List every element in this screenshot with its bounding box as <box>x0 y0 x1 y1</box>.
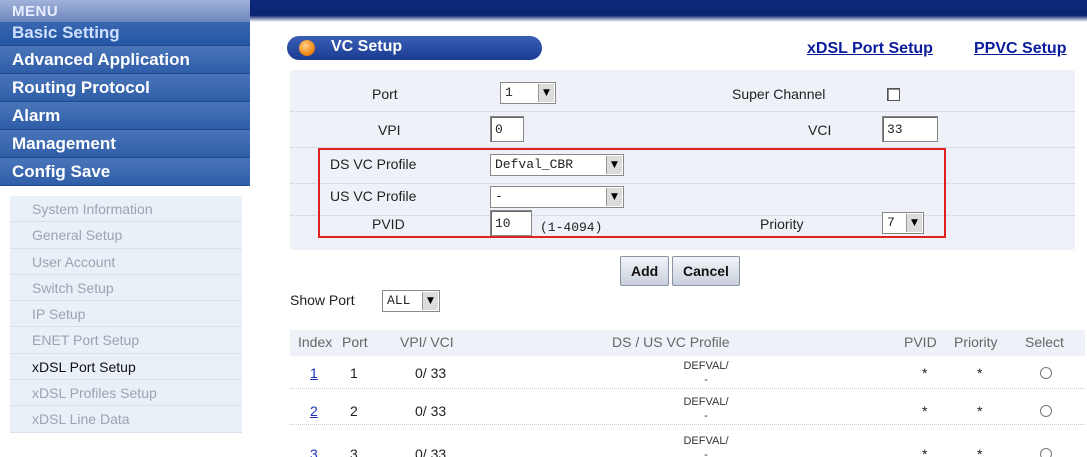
show-port-select[interactable]: ALL ▼ <box>382 290 440 312</box>
highlight-box <box>318 148 946 238</box>
row-ds-profile: DEFVAL/ <box>683 360 729 372</box>
col-priority: Priority <box>954 334 998 350</box>
row-port: 1 <box>350 365 358 381</box>
sidebar-item-basic-setting[interactable]: Basic Setting <box>0 22 250 46</box>
row-profile: DEFVAL/ - <box>656 359 756 387</box>
col-pvid: PVID <box>904 334 937 350</box>
row-us-profile: - <box>704 449 708 457</box>
row-pvid: * <box>922 446 928 457</box>
vc-table-header: Index Port VPI/ VCI DS / US VC Profile P… <box>290 330 1085 356</box>
row-select-radio[interactable] <box>1040 448 1052 457</box>
col-index: Index <box>298 334 333 350</box>
row-index-link[interactable]: 2 <box>310 403 318 419</box>
show-port-value: ALL <box>387 293 411 308</box>
table-row: 2 2 0/ 33 DEFVAL/ - * * <box>290 393 1085 425</box>
row-vpi-vci: 0/ 33 <box>415 446 447 457</box>
row-index-link[interactable]: 3 <box>310 446 318 457</box>
form-row-vpi: VPI 0 VCI 33 <box>290 112 1075 148</box>
sidebar-item-config-save[interactable]: Config Save <box>0 158 250 186</box>
orange-ball-icon <box>299 40 315 56</box>
show-label: Show <box>290 292 326 308</box>
vci-input[interactable]: 33 <box>882 116 938 142</box>
row-select-radio[interactable] <box>1040 367 1052 379</box>
sidebar-item-management[interactable]: Management <box>0 130 250 158</box>
vci-label: VCI <box>808 122 832 138</box>
row-vpi-vci: 0/ 33 <box>415 403 447 419</box>
row-ds-profile: DEFVAL/ <box>683 396 729 408</box>
row-ds-profile: DEFVAL/ <box>683 435 729 447</box>
vc-setup-tab: VC Setup <box>287 36 542 60</box>
sidebar-subitem-xdsl-profiles-setup[interactable]: xDSL Profiles Setup <box>10 380 242 407</box>
super-channel-label: Super Channel <box>732 86 826 102</box>
vpi-label: VPI <box>378 122 401 138</box>
sidebar-subitem-enet-port-setup[interactable]: ENET Port Setup <box>10 327 242 354</box>
add-button[interactable]: Add <box>620 256 670 286</box>
chevron-down-icon: ▼ <box>538 84 554 102</box>
table-row: 1 1 0/ 33 DEFVAL/ - * * <box>290 357 1085 389</box>
row-vpi-vci: 0/ 33 <box>415 365 447 381</box>
row-pvid: * <box>922 403 928 419</box>
page-title: VC Setup <box>331 38 403 55</box>
show-port-filter: Show Port <box>290 292 355 308</box>
sidebar-spacer <box>0 186 250 196</box>
row-profile: DEFVAL/ - <box>656 395 756 423</box>
sidebar-subitem-general-setup[interactable]: General Setup <box>10 222 242 249</box>
port-select-value: 1 <box>505 85 513 100</box>
sidebar-item-advanced-application[interactable]: Advanced Application <box>0 46 250 74</box>
row-port: 2 <box>350 403 358 419</box>
super-channel-checkbox[interactable] <box>887 88 900 101</box>
sidebar-item-routing-protocol[interactable]: Routing Protocol <box>0 74 250 102</box>
sidebar-subitem-user-account[interactable]: User Account <box>10 248 242 275</box>
sidebar-subitem-xdsl-line-data[interactable]: xDSL Line Data <box>10 406 242 433</box>
row-select-radio[interactable] <box>1040 405 1052 417</box>
row-index-link[interactable]: 1 <box>310 365 318 381</box>
sidebar: MENU Basic Setting Advanced Application … <box>0 0 250 457</box>
row-us-profile: - <box>704 410 708 422</box>
port-label: Port <box>372 86 398 102</box>
row-us-profile: - <box>704 374 708 386</box>
col-select: Select <box>1025 334 1064 350</box>
sidebar-subitem-ip-setup[interactable]: IP Setup <box>10 301 242 328</box>
row-port: 3 <box>350 446 358 457</box>
chevron-down-icon: ▼ <box>422 292 438 310</box>
show-port-label: Port <box>328 292 355 308</box>
sidebar-subitem-xdsl-port-setup[interactable]: xDSL Port Setup <box>10 353 242 381</box>
col-profile: DS / US VC Profile <box>612 334 730 350</box>
table-row: 3 3 0/ 33 DEFVAL/ - * * <box>290 430 1085 457</box>
col-vpi-vci: VPI/ VCI <box>400 334 454 350</box>
form-row-port: Port 1 ▼ Super Channel <box>290 76 1075 112</box>
row-priority: * <box>977 403 983 419</box>
row-priority: * <box>977 365 983 381</box>
sidebar-subitem-system-information[interactable]: System Information <box>10 196 242 223</box>
row-pvid: * <box>922 365 928 381</box>
menu-title: MENU <box>0 0 250 22</box>
vpi-input[interactable]: 0 <box>490 116 524 142</box>
row-priority: * <box>977 446 983 457</box>
row-profile: DEFVAL/ - <box>656 434 756 457</box>
sidebar-item-alarm[interactable]: Alarm <box>0 102 250 130</box>
col-port: Port <box>342 334 368 350</box>
ppvc-setup-link[interactable]: PPVC Setup <box>974 40 1066 58</box>
sidebar-subitem-switch-setup[interactable]: Switch Setup <box>10 274 242 302</box>
cancel-button[interactable]: Cancel <box>672 256 740 286</box>
port-select[interactable]: 1 ▼ <box>500 82 556 104</box>
xdsl-port-setup-link[interactable]: xDSL Port Setup <box>807 40 933 58</box>
